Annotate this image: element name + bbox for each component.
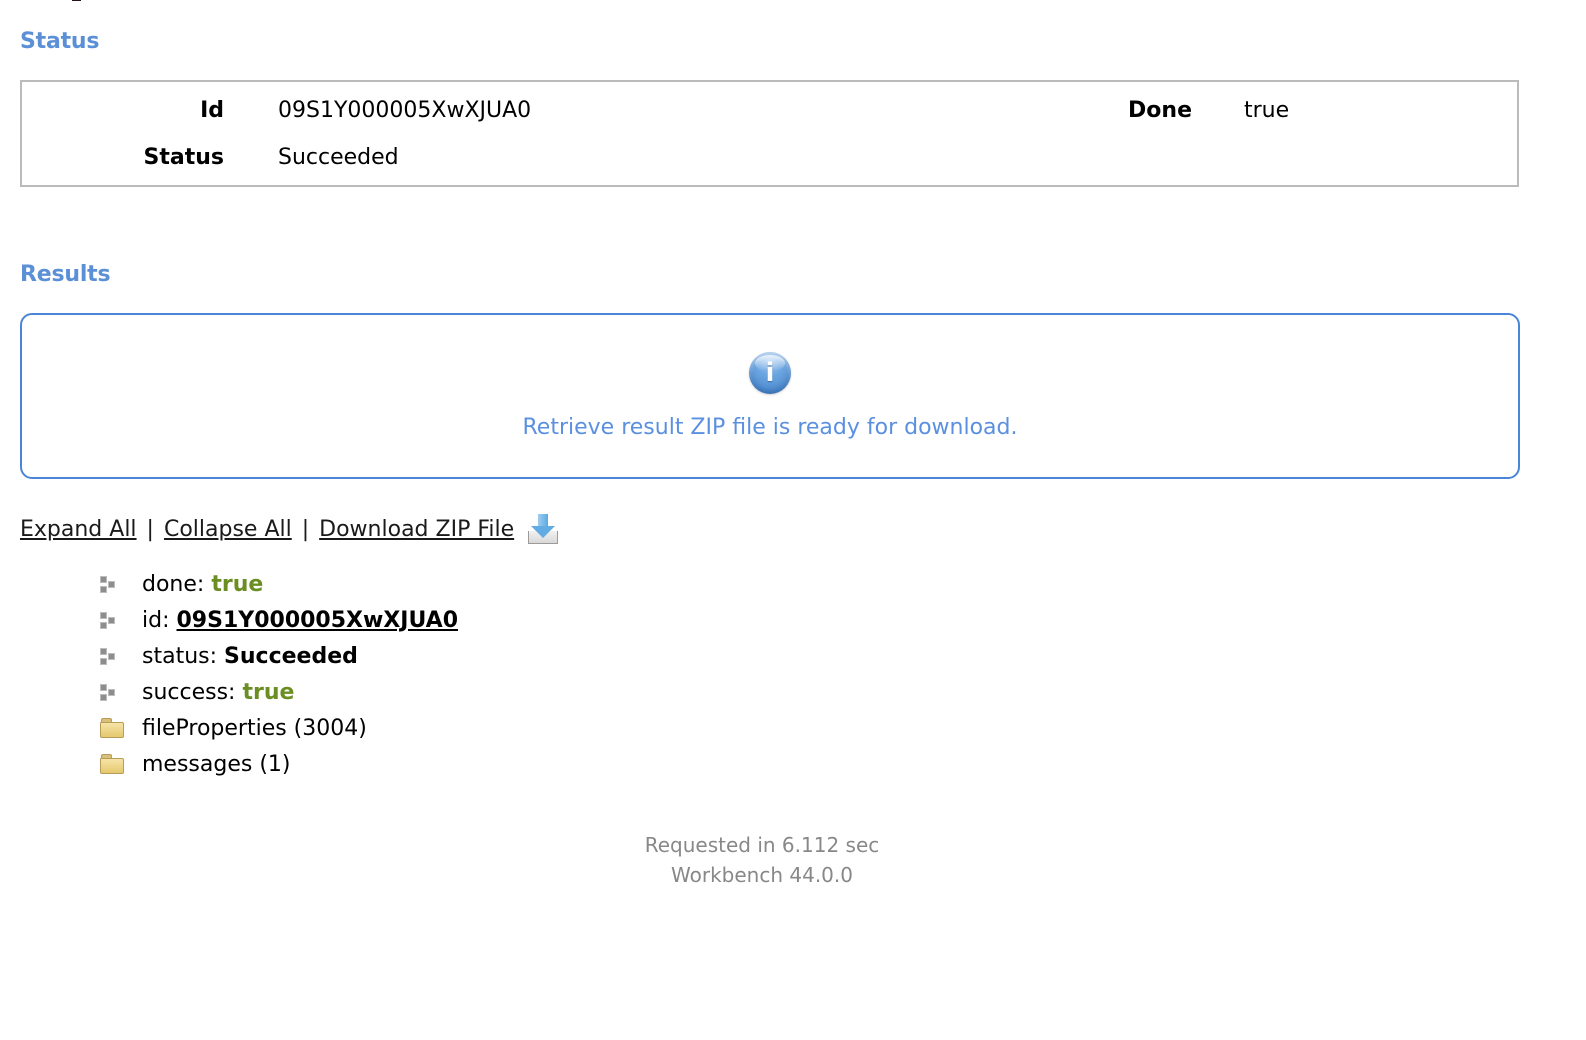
results-section-heading: Results — [20, 262, 111, 287]
tree-value-id[interactable]: 09S1Y000005XwXJUA0 — [177, 608, 459, 633]
leaf-node-icon — [100, 611, 118, 629]
footer: Requested in 6.112 sec Workbench 44.0.0 — [0, 830, 1524, 890]
download-icon[interactable] — [526, 514, 560, 544]
info-icon — [749, 352, 791, 394]
list-item[interactable]: success: true — [100, 674, 458, 710]
tree-controls-bar: Expand All | Collapse All | Download ZIP… — [20, 514, 560, 544]
info-message: Retrieve result ZIP file is ready for do… — [522, 415, 1018, 440]
info-panel-content: Retrieve result ZIP file is ready for do… — [22, 315, 1518, 477]
folder-icon — [100, 754, 126, 774]
status-value-empty — [1192, 131, 1517, 180]
tree-key-success: success: — [142, 679, 236, 705]
status-value-status: Succeeded — [278, 145, 399, 170]
status-label-status: Status — [143, 145, 224, 170]
status-value-id: 09S1Y000005XwXJUA0 — [278, 98, 532, 123]
status-label-done: Done — [1128, 98, 1192, 123]
list-item[interactable]: id: 09S1Y000005XwXJUA0 — [100, 602, 458, 638]
tree-key-status: status: — [142, 643, 218, 669]
status-label-id: Id — [200, 98, 224, 123]
leaf-node-icon — [100, 575, 118, 593]
table-row: Status Succeeded — [22, 131, 1517, 180]
tree-value-done: true — [211, 571, 264, 597]
list-item[interactable]: fileProperties (3004) — [100, 710, 458, 746]
tree-key-id: id: — [142, 607, 170, 633]
leaf-node-icon — [100, 683, 118, 701]
link-separator-1: | — [146, 516, 154, 542]
table-row: Id 09S1Y000005XwXJUA0 Done true — [22, 82, 1517, 131]
tree-node-messages[interactable]: messages (1) — [142, 752, 291, 777]
link-separator-2: | — [301, 516, 310, 542]
expand-all-link[interactable]: Expand All — [20, 517, 137, 542]
status-box: Id 09S1Y000005XwXJUA0 Done true Status S… — [20, 80, 1519, 187]
tree-key-done: done: — [142, 571, 205, 597]
download-zip-file-link[interactable]: Download ZIP File — [319, 517, 514, 542]
footer-version: Workbench 44.0.0 — [671, 863, 853, 887]
tree-value-success: true — [242, 679, 295, 705]
collapse-all-link[interactable]: Collapse All — [164, 517, 292, 542]
list-item[interactable]: status: Succeeded — [100, 638, 458, 674]
status-table: Id 09S1Y000005XwXJUA0 Done true Status S… — [22, 82, 1517, 180]
tree-node-fileproperties[interactable]: fileProperties (3004) — [142, 716, 367, 741]
tree-value-status: Succeeded — [224, 643, 358, 669]
clipped-text-remnant — [72, 0, 81, 1]
status-value-done: true — [1244, 98, 1290, 123]
list-item[interactable]: messages (1) — [100, 746, 458, 782]
result-tree: done: true id: 09S1Y000005XwXJUA0 status… — [100, 566, 458, 782]
status-section-heading: Status — [20, 29, 100, 54]
download-icon-head — [531, 526, 556, 538]
list-item[interactable]: done: true — [100, 566, 458, 602]
footer-requested-time: Requested in 6.112 sec — [644, 833, 880, 857]
leaf-node-icon — [100, 647, 118, 665]
folder-icon — [100, 718, 126, 738]
status-label-empty — [952, 131, 1192, 180]
results-info-panel: Retrieve result ZIP file is ready for do… — [20, 313, 1520, 479]
